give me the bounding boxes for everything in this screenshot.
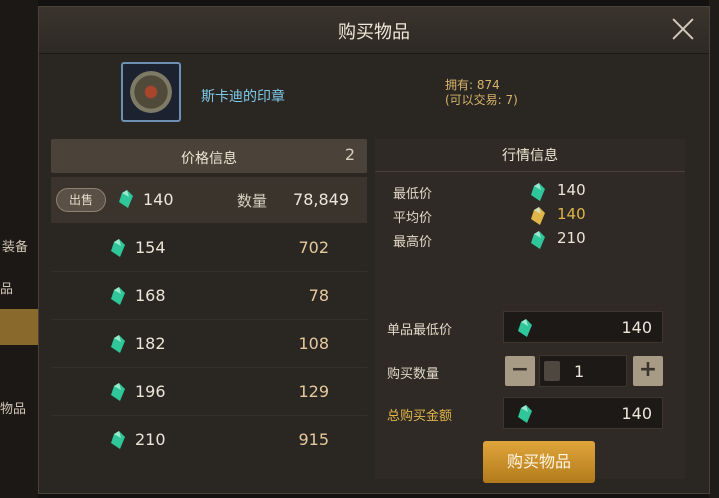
price-value: 182	[135, 334, 166, 353]
price-row[interactable]: 154 702	[51, 225, 367, 272]
calculator-icon[interactable]	[544, 361, 560, 381]
quantity-value: 78	[308, 286, 329, 305]
price-value: 154	[135, 238, 166, 257]
dialog-titlebar: 购买物品	[39, 7, 709, 54]
average-price-value: 140	[557, 205, 586, 223]
buy-item-button[interactable]: 购买物品	[483, 441, 595, 483]
total-price-value: 140	[621, 404, 652, 423]
unit-min-price-label: 单品最低价	[387, 323, 453, 338]
price-row[interactable]: 210 915	[51, 417, 367, 463]
quantity-input-value: 1	[574, 362, 585, 381]
price-info-count: 2	[344, 145, 355, 164]
background-menu-item: 装备	[2, 240, 29, 255]
market-info-divider	[375, 171, 685, 172]
gem-icon	[111, 239, 125, 257]
gem-icon	[518, 405, 532, 423]
increase-button[interactable]: +	[633, 356, 663, 386]
decrease-button[interactable]: −	[505, 356, 535, 386]
background-right-edge	[709, 0, 719, 498]
unit-min-price-value: 140	[621, 318, 652, 337]
average-price-label: 平均价	[393, 211, 433, 226]
total-price-label: 总购买金额	[387, 409, 453, 424]
quantity-label: 数量	[237, 192, 268, 210]
gem-icon	[531, 183, 545, 201]
price-row[interactable]: 168 78	[51, 273, 367, 320]
price-row[interactable]: 出售 140 数量 78,849	[51, 177, 367, 223]
price-value: 210	[135, 430, 166, 449]
gem-icon	[111, 287, 125, 305]
quantity-value: 915	[298, 430, 329, 449]
gem-icon	[531, 231, 545, 249]
gem-icon	[518, 319, 532, 337]
gold-gem-icon	[531, 207, 545, 225]
background-menu-selected	[0, 309, 38, 345]
quantity-value: 78,849	[293, 190, 349, 209]
sell-button[interactable]: 出售	[56, 188, 106, 212]
price-value: 140	[143, 190, 174, 209]
price-row[interactable]: 196 129	[51, 369, 367, 416]
owned-info: 拥有: 874 (可以交易: 7)	[445, 78, 518, 108]
buy-item-dialog: 购买物品 斯卡迪的印章 拥有: 874 (可以交易: 7) 价格信息 2 出售 …	[38, 6, 710, 494]
purchase-quantity-label: 购买数量	[387, 367, 440, 382]
lowest-price-label: 最低价	[393, 187, 433, 202]
price-value: 168	[135, 286, 166, 305]
quantity-input[interactable]: 1	[539, 355, 627, 387]
dialog-title: 购买物品	[338, 22, 410, 43]
seal-icon	[130, 71, 172, 113]
gem-icon	[119, 190, 133, 208]
highest-price-label: 最高价	[393, 235, 433, 250]
gem-icon	[111, 335, 125, 353]
background-side-menu: 装备 品 物品	[0, 0, 38, 498]
background-menu-item: 品	[0, 282, 14, 297]
quantity-value: 129	[298, 382, 329, 401]
highest-price-value: 210	[557, 229, 586, 247]
market-info-panel: 行情信息 最低价 140 平均价 140 最高价 210 单品最低价 140 购…	[375, 139, 685, 483]
gem-icon	[111, 383, 125, 401]
total-price-field: 140	[503, 397, 663, 429]
price-row[interactable]: 182 108	[51, 321, 367, 368]
price-info-title: 价格信息	[181, 151, 237, 167]
price-info-header: 价格信息 2	[51, 139, 367, 173]
close-icon[interactable]	[671, 17, 695, 41]
item-name: 斯卡迪的印章	[201, 89, 285, 105]
background-menu-item: 物品	[0, 402, 27, 417]
price-value: 196	[135, 382, 166, 401]
unit-min-price-field: 140	[503, 311, 663, 343]
market-info-title: 行情信息	[502, 148, 558, 164]
gem-icon	[111, 431, 125, 449]
owned-count: 拥有: 874	[445, 78, 500, 92]
lowest-price-value: 140	[557, 181, 586, 199]
item-icon	[121, 62, 181, 122]
tradable-count: (可以交易: 7)	[445, 93, 518, 107]
quantity-value: 108	[298, 334, 329, 353]
quantity-value: 702	[298, 238, 329, 257]
price-info-panel: 价格信息 2 出售 140 数量 78,849 154 702 168 78 1…	[51, 139, 367, 479]
